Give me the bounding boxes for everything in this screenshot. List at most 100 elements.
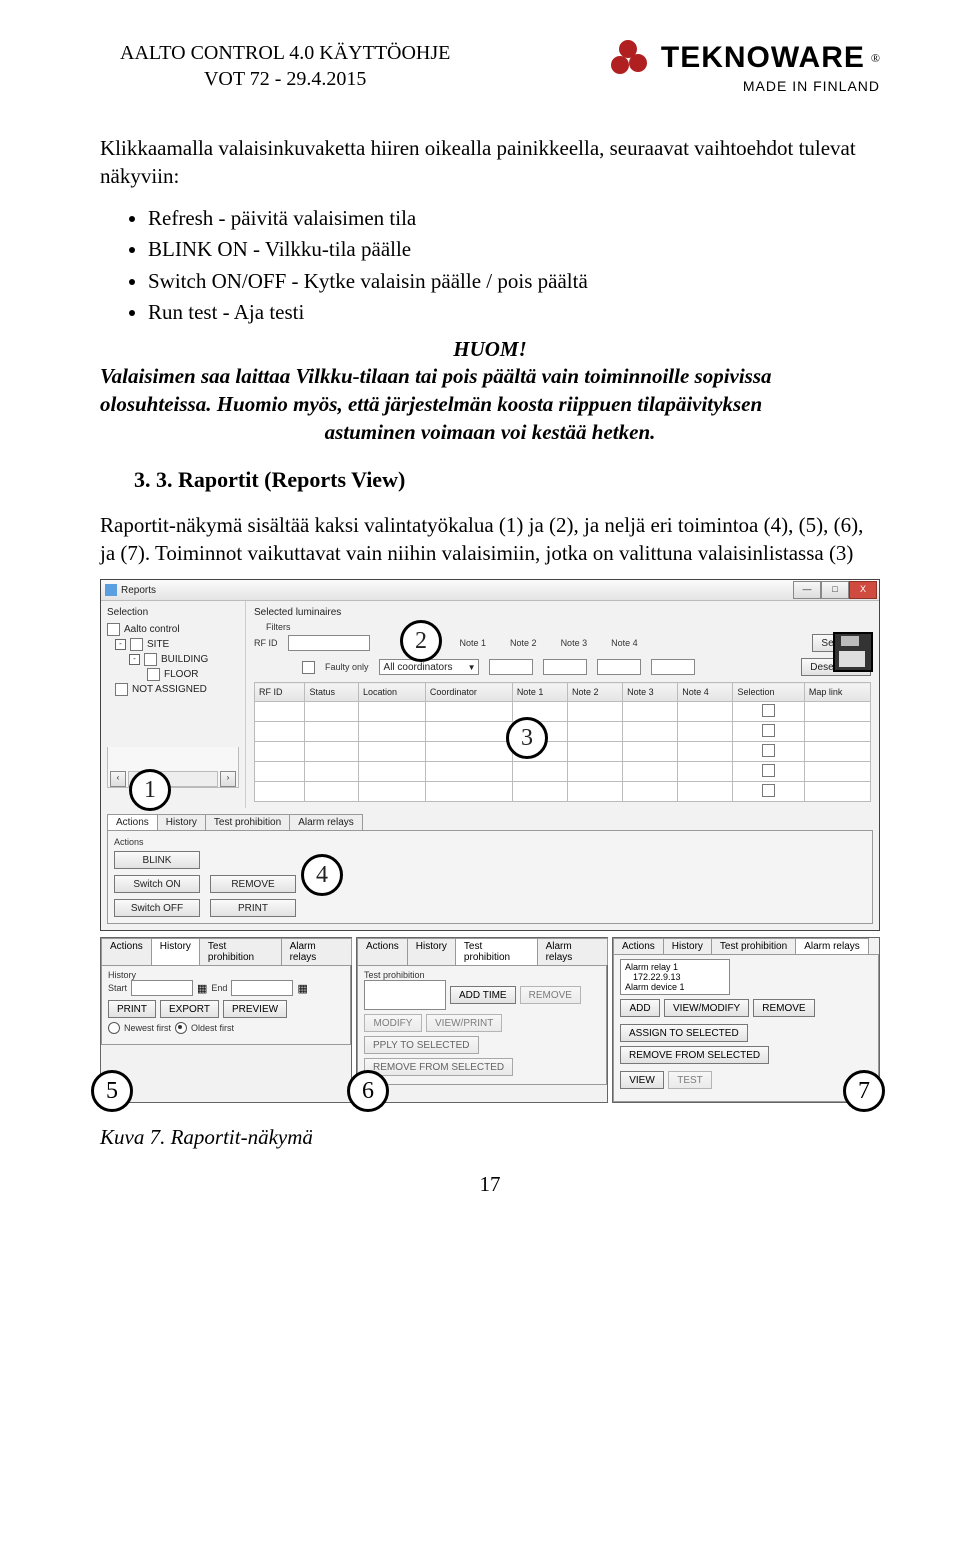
checkbox[interactable] xyxy=(130,638,143,651)
alarm-list-item[interactable]: Alarm relay 1 xyxy=(625,962,725,972)
assign-to-selected-button[interactable]: ASSIGN TO SELECTED xyxy=(620,1024,748,1042)
newest-label: Newest first xyxy=(124,1023,171,1033)
add-button[interactable]: ADD xyxy=(620,999,660,1017)
expand-icon[interactable]: - xyxy=(129,654,140,665)
oldest-radio[interactable] xyxy=(175,1022,187,1034)
actions-group-label: Actions xyxy=(114,837,866,847)
faulty-only-checkbox[interactable] xyxy=(302,661,315,674)
doc-title: AALTO CONTROL 4.0 KÄYTTÖOHJE VOT 72 - 29… xyxy=(120,40,450,92)
tab-alarm-relays[interactable]: Alarm relays xyxy=(537,938,608,965)
apply-to-selected-button[interactable]: PPLY TO SELECTED xyxy=(364,1036,479,1054)
col-note3[interactable]: Note 3 xyxy=(623,683,678,702)
row-checkbox[interactable] xyxy=(762,764,775,777)
test-button[interactable]: TEST xyxy=(668,1071,712,1089)
tab-test-prohibition[interactable]: Test prohibition xyxy=(199,938,282,965)
row-checkbox[interactable] xyxy=(762,724,775,737)
col-selection[interactable]: Selection xyxy=(733,683,804,702)
scroll-right-button[interactable]: › xyxy=(220,771,236,787)
add-time-button[interactable]: ADD TIME xyxy=(450,986,516,1004)
calendar-icon[interactable]: ▦ xyxy=(197,982,207,995)
col-note1[interactable]: Note 1 xyxy=(512,683,567,702)
checkbox[interactable] xyxy=(144,653,157,666)
table-row[interactable] xyxy=(255,702,871,722)
view-modify-button[interactable]: VIEW/MODIFY xyxy=(664,999,749,1017)
maximize-button[interactable]: □ xyxy=(821,581,849,599)
col-status[interactable]: Status xyxy=(305,683,359,702)
tab-history[interactable]: History xyxy=(663,938,712,954)
alarm-list-item[interactable]: 172.22.9.13 xyxy=(625,972,725,982)
tree-node-notassigned[interactable]: NOT ASSIGNED xyxy=(107,682,239,697)
remove-from-selected-button[interactable]: REMOVE FROM SELECTED xyxy=(364,1058,513,1076)
window-title: Reports xyxy=(121,585,156,596)
col-note4[interactable]: Note 4 xyxy=(678,683,733,702)
tree-node-floor[interactable]: FLOOR xyxy=(107,667,239,682)
print-button[interactable]: PRINT xyxy=(108,1000,156,1018)
col-maplink[interactable]: Map link xyxy=(804,683,870,702)
switch-off-button[interactable]: Switch OFF xyxy=(114,899,200,917)
tab-test-prohibition[interactable]: Test prohibition xyxy=(711,938,796,954)
table-row[interactable] xyxy=(255,782,871,802)
checkbox[interactable] xyxy=(147,668,160,681)
remove-button[interactable]: REMOVE xyxy=(753,999,814,1017)
checkbox[interactable] xyxy=(115,683,128,696)
tab-history[interactable]: History xyxy=(157,814,206,830)
switch-on-button[interactable]: Switch ON xyxy=(114,875,200,893)
bullet-item: Switch ON/OFF - Kytke valaisin päälle / … xyxy=(148,266,880,298)
tree-node-root[interactable]: Aalto control xyxy=(107,622,239,637)
note3-input[interactable] xyxy=(597,659,641,675)
tab-alarm-relays[interactable]: Alarm relays xyxy=(289,814,363,830)
close-button[interactable]: X xyxy=(849,581,877,599)
print-button[interactable]: PRINT xyxy=(210,899,296,917)
checkbox[interactable] xyxy=(107,623,120,636)
callout-5: 5 xyxy=(91,1070,133,1112)
end-label: End xyxy=(211,983,227,993)
modify-button[interactable]: MODIFY xyxy=(364,1014,422,1032)
remove-button[interactable]: REMOVE xyxy=(210,875,296,893)
col-rfid[interactable]: RF ID xyxy=(255,683,305,702)
tab-history[interactable]: History xyxy=(407,938,456,965)
tab-alarm-relays[interactable]: Alarm relays xyxy=(795,938,869,954)
table-row[interactable] xyxy=(255,762,871,782)
preview-button[interactable]: PREVIEW xyxy=(223,1000,287,1018)
row-checkbox[interactable] xyxy=(762,704,775,717)
alarm-list-item[interactable]: Alarm device 1 xyxy=(625,982,725,992)
tab-test-prohibition[interactable]: Test prohibition xyxy=(455,938,538,965)
note4-input[interactable] xyxy=(651,659,695,675)
note1-input[interactable] xyxy=(489,659,533,675)
view-button[interactable]: VIEW xyxy=(620,1071,664,1089)
tree-node-building[interactable]: - BUILDING xyxy=(107,652,239,667)
tab-test-prohibition[interactable]: Test prohibition xyxy=(205,814,290,830)
start-date-input[interactable] xyxy=(131,980,193,996)
minimize-button[interactable]: — xyxy=(793,581,821,599)
tab-history[interactable]: History xyxy=(151,938,200,965)
col-note2[interactable]: Note 2 xyxy=(567,683,622,702)
alarm-list[interactable]: Alarm relay 1 172.22.9.13 Alarm device 1 xyxy=(620,959,730,995)
row-checkbox[interactable] xyxy=(762,784,775,797)
note2-input[interactable] xyxy=(543,659,587,675)
save-icon[interactable] xyxy=(833,632,873,672)
col-coordinator[interactable]: Coordinator xyxy=(425,683,512,702)
tab-actions[interactable]: Actions xyxy=(357,938,408,965)
expand-icon[interactable]: - xyxy=(115,639,126,650)
tab-actions[interactable]: Actions xyxy=(101,938,152,965)
col-location[interactable]: Location xyxy=(359,683,426,702)
remove-from-selected-button[interactable]: REMOVE FROM SELECTED xyxy=(620,1046,769,1064)
table-row[interactable] xyxy=(255,742,871,762)
tab-alarm-relays[interactable]: Alarm relays xyxy=(281,938,352,965)
calendar-icon[interactable]: ▦ xyxy=(297,982,307,995)
tab-actions[interactable]: Actions xyxy=(107,814,158,830)
remove-button[interactable]: REMOVE xyxy=(520,986,581,1004)
end-date-input[interactable] xyxy=(231,980,293,996)
view-print-button[interactable]: VIEW/PRINT xyxy=(426,1014,502,1032)
rfid-input[interactable] xyxy=(288,635,370,651)
blink-button[interactable]: BLINK xyxy=(114,851,200,869)
tab-actions[interactable]: Actions xyxy=(613,938,664,954)
tree-node-site[interactable]: - SITE xyxy=(107,637,239,652)
row-checkbox[interactable] xyxy=(762,744,775,757)
export-button[interactable]: EXPORT xyxy=(160,1000,219,1018)
table-row[interactable] xyxy=(255,722,871,742)
scroll-left-button[interactable]: ‹ xyxy=(110,771,126,787)
newest-radio[interactable] xyxy=(108,1022,120,1034)
testp-list[interactable] xyxy=(364,980,446,1010)
coordinator-dropdown[interactable]: All coordinators ▼ xyxy=(379,659,479,675)
